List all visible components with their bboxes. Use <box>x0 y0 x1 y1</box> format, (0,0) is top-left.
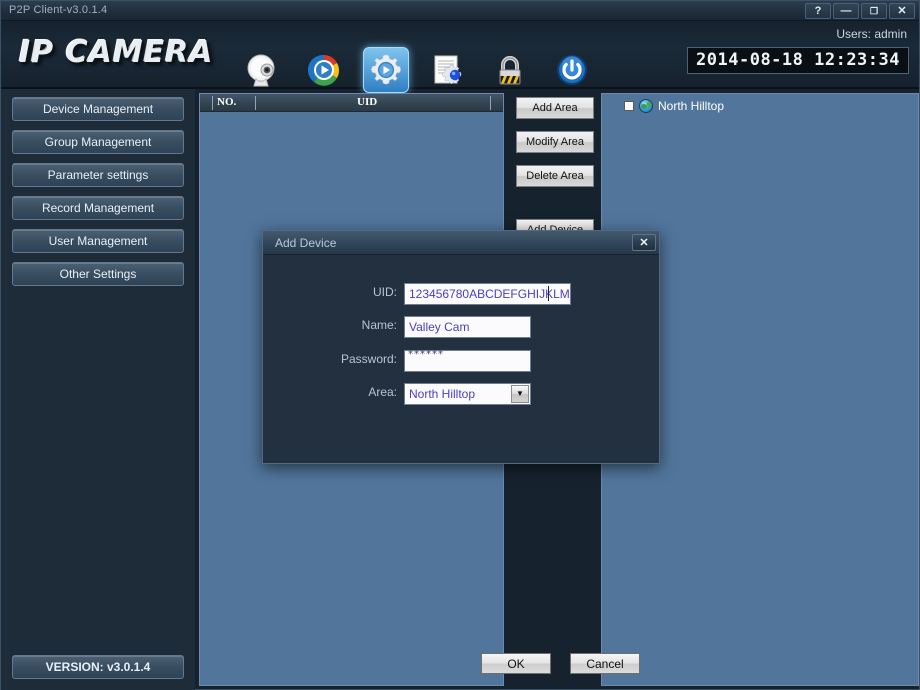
title-bar: P2P Client-v3.0.1.4 ? — ❐ ✕ <box>1 1 919 21</box>
sidebar-item-user-management[interactable]: User Management <box>12 229 184 253</box>
toolbar-live-play-button[interactable] <box>301 47 347 93</box>
column-header-uid[interactable]: UID <box>357 96 377 108</box>
sidebar-item-parameter-settings[interactable]: Parameter settings <box>12 163 184 187</box>
toolbar-power-button[interactable] <box>549 47 595 93</box>
area-select[interactable]: North Hilltop ▼ <box>404 383 531 405</box>
help-button[interactable]: ? <box>805 3 831 19</box>
column-header-no[interactable]: NO. <box>217 96 236 108</box>
toolbar-log-button[interactable] <box>425 47 471 93</box>
settings-gear-play-icon <box>368 52 404 88</box>
toolbar-camera-button[interactable] <box>239 47 285 93</box>
password-masked-value: ****** <box>408 349 444 360</box>
add-area-button[interactable]: Add Area <box>516 97 594 119</box>
uid-input[interactable]: 123456780ABCDEFGHIJKLM <box>404 283 571 305</box>
log-document-gear-icon <box>428 50 468 90</box>
window-controls: ? — ❐ ✕ <box>805 3 915 19</box>
user-label: Users: admin <box>836 27 907 41</box>
version-label: VERSION: v3.0.1.4 <box>12 655 184 679</box>
lock-icon <box>490 50 530 90</box>
sidebar-item-other-settings[interactable]: Other Settings <box>12 262 184 286</box>
password-row: Password: ****** <box>263 349 659 372</box>
datetime-display: 2014-08-18 12:23:34 <box>687 47 909 74</box>
camera-icon <box>242 50 282 90</box>
sidebar: Device Management Group Management Param… <box>1 89 195 690</box>
sidebar-item-device-management[interactable]: Device Management <box>12 97 184 121</box>
app-header: IP CAMERA Users: admin 2014-08-18 12:23:… <box>1 21 919 93</box>
live-play-icon <box>304 50 344 90</box>
close-button[interactable]: ✕ <box>889 3 915 19</box>
name-row: Name: Valley Cam <box>263 316 659 338</box>
name-input[interactable]: Valley Cam <box>404 316 531 338</box>
globe-icon <box>639 99 653 113</box>
tree-node-north-hilltop[interactable]: North Hilltop <box>624 99 724 113</box>
tree-node-checkbox[interactable] <box>624 101 634 111</box>
name-label: Name: <box>361 318 397 332</box>
chevron-down-icon[interactable]: ▼ <box>511 385 529 403</box>
dialog-title-bar: Add Device ✕ <box>263 231 659 255</box>
dialog-title: Add Device <box>275 236 337 250</box>
tree-node-label: North Hilltop <box>658 99 725 113</box>
toolbar-settings-button[interactable] <box>363 47 409 93</box>
sidebar-item-group-management[interactable]: Group Management <box>12 130 184 154</box>
uid-row: UID: 123456780ABCDEFGHIJKLM <box>263 283 659 305</box>
uid-label: UID: <box>373 285 397 299</box>
minimize-button[interactable]: — <box>833 3 859 19</box>
app-logo: IP CAMERA <box>19 35 214 70</box>
maximize-button[interactable]: ❐ <box>861 3 887 19</box>
cancel-button[interactable]: Cancel <box>570 653 640 674</box>
toolbar-lock-button[interactable] <box>487 47 533 93</box>
text-caret <box>548 286 549 301</box>
window-title: P2P Client-v3.0.1.4 <box>9 4 108 16</box>
password-label: Password: <box>340 352 397 366</box>
delete-area-button[interactable]: Delete Area <box>516 165 594 187</box>
add-device-dialog: Add Device ✕ UID: 123456780ABCDEFGHIJKLM… <box>262 230 660 674</box>
modify-area-button[interactable]: Modify Area <box>516 131 594 153</box>
ok-button[interactable]: OK <box>481 653 551 674</box>
device-list-header: NO. UID <box>200 94 503 112</box>
area-row: Area: North Hilltop ▼ <box>263 383 659 405</box>
area-label: Area: <box>368 385 397 399</box>
dialog-close-button[interactable]: ✕ <box>632 234 656 251</box>
main-toolbar <box>239 47 595 93</box>
application-window: P2P Client-v3.0.1.4 ? — ❐ ✕ IP CAMERA Us… <box>0 0 920 690</box>
sidebar-item-record-management[interactable]: Record Management <box>12 196 184 220</box>
power-icon <box>552 50 592 90</box>
